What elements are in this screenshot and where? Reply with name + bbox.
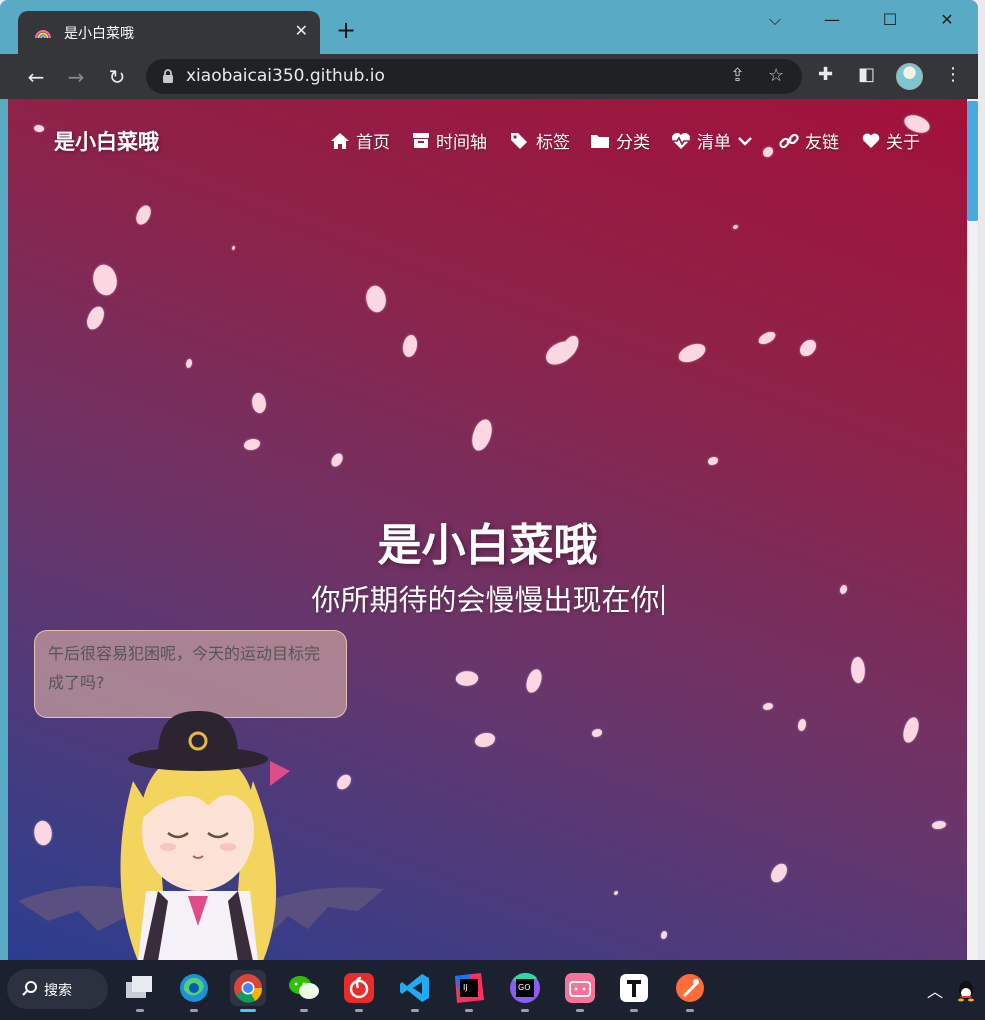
hero-title: 是小白菜哦 [377, 520, 598, 571]
nav-label: 标签 [536, 133, 570, 153]
active-tab[interactable]: 是小白菜哦 ✕ [18, 11, 320, 54]
home-icon [331, 132, 349, 149]
typora-icon [620, 974, 648, 1002]
vscode-icon [400, 974, 429, 1002]
folder-icon [591, 134, 609, 148]
nav-list-dropdown[interactable]: 清单 [671, 128, 753, 153]
nav-archives[interactable]: 时间轴 [412, 128, 487, 153]
hero-subtitle-text: 你所期待的会慢慢出现在你 [311, 583, 660, 617]
goland-icon: GO [510, 972, 540, 1003]
profile-avatar[interactable] [896, 63, 923, 90]
edge-app[interactable] [176, 970, 212, 1012]
reload-button[interactable]: ↻ [104, 64, 130, 90]
menu-kebab-icon[interactable]: ⋮ [944, 64, 962, 85]
nav-label: 时间轴 [436, 133, 487, 153]
typing-cursor [661, 585, 664, 615]
background-window-sliver-right [978, 640, 985, 960]
bilibili-icon [565, 973, 595, 1003]
share-icon[interactable]: ⇪ [730, 65, 745, 86]
mascot-live2d[interactable] [8, 711, 388, 960]
link-icon [779, 133, 799, 148]
site-brand[interactable]: 是小白菜哦 [54, 126, 159, 156]
new-tab-button[interactable]: + [336, 18, 356, 42]
side-panel-icon[interactable]: ◧ [858, 64, 875, 85]
show-hidden-icons-chevron-icon[interactable]: ︿ [927, 978, 943, 1002]
chevron-down-icon [738, 136, 752, 146]
edge-icon [180, 974, 208, 1002]
nav-friend-links[interactable]: 友链 [779, 128, 839, 153]
task-view-icon [126, 976, 152, 998]
nav-home[interactable]: 首页 [330, 128, 390, 153]
tab-close-button[interactable]: ✕ [295, 21, 308, 41]
netease-music-icon [344, 973, 374, 1003]
tab-title: 是小白菜哦 [64, 26, 134, 42]
webpage: 是小白菜哦 首页 时间轴 标签 分类 清单 友链 关于 是小白菜哦 你所期待的会… [8, 99, 967, 960]
rainbow-favicon-icon [35, 30, 51, 39]
taskbar-search[interactable]: 搜索 [7, 969, 108, 1009]
postman-icon [676, 974, 704, 1002]
maximize-button[interactable]: ☐ [870, 6, 910, 34]
url-text: xiaobaicai350.github.io [186, 66, 385, 86]
title-bar: 是小白菜哦 ✕ + ⌵ — ☐ ✕ [0, 0, 978, 54]
intellij-idea-app[interactable]: IJ [451, 970, 487, 1012]
netease-music-app[interactable] [341, 970, 377, 1012]
wechat-app[interactable] [286, 970, 322, 1012]
svg-text:GO: GO [518, 983, 531, 992]
search-label: 搜索 [44, 983, 72, 999]
windows-taskbar: 搜索 IJ GO ︿ [0, 960, 985, 1020]
qq-tray-icon[interactable] [956, 980, 976, 1002]
svg-text:IJ: IJ [463, 983, 468, 992]
forward-button[interactable]: → [63, 64, 89, 90]
nav-tags[interactable]: 标签 [510, 128, 570, 153]
back-button[interactable]: ← [23, 64, 49, 90]
browser-toolbar: ← → ↻ xiaobaicai350.github.io ⇪ ☆ ✚ ◧ ⋮ [0, 54, 978, 99]
minimize-button[interactable]: — [812, 6, 852, 34]
nav-categories[interactable]: 分类 [590, 128, 650, 153]
bookmark-star-icon[interactable]: ☆ [768, 65, 784, 86]
chrome-app[interactable] [230, 970, 266, 1012]
page-scrollbar[interactable] [967, 99, 978, 960]
goland-app[interactable]: GO [507, 970, 543, 1012]
hero-subtitle: 你所期待的会慢慢出现在你 [8, 577, 967, 619]
extensions-icon[interactable]: ✚ [818, 64, 833, 85]
address-bar[interactable]: xiaobaicai350.github.io ⇪ ☆ [146, 59, 802, 94]
wechat-icon [289, 976, 319, 999]
archive-icon [413, 133, 429, 148]
bilibili-app[interactable] [562, 970, 598, 1012]
lock-icon [163, 69, 173, 83]
intellij-idea-icon: IJ [455, 973, 484, 1003]
task-view-app[interactable] [122, 970, 158, 1012]
typora-app[interactable] [616, 970, 652, 1012]
close-window-button[interactable]: ✕ [927, 6, 967, 34]
nav-label: 分类 [616, 133, 650, 153]
chrome-icon [234, 974, 263, 1003]
page-scrollbar-thumb[interactable] [967, 101, 978, 221]
nav-label: 友链 [805, 133, 839, 153]
nav-label: 清单 [697, 133, 731, 153]
tags-icon [511, 132, 527, 149]
heartbeat-icon [672, 132, 690, 149]
nav-about[interactable]: 关于 [862, 128, 920, 153]
postman-app[interactable] [672, 970, 708, 1012]
vscode-app[interactable] [397, 970, 433, 1012]
nav-label: 首页 [356, 133, 390, 153]
tab-search-button[interactable]: ⌵ [755, 6, 795, 34]
heart-icon [862, 132, 880, 148]
mascot-speech-bubble: 午后很容易犯困呢，今天的运动目标完成了吗? [34, 630, 347, 718]
search-icon [22, 981, 37, 996]
